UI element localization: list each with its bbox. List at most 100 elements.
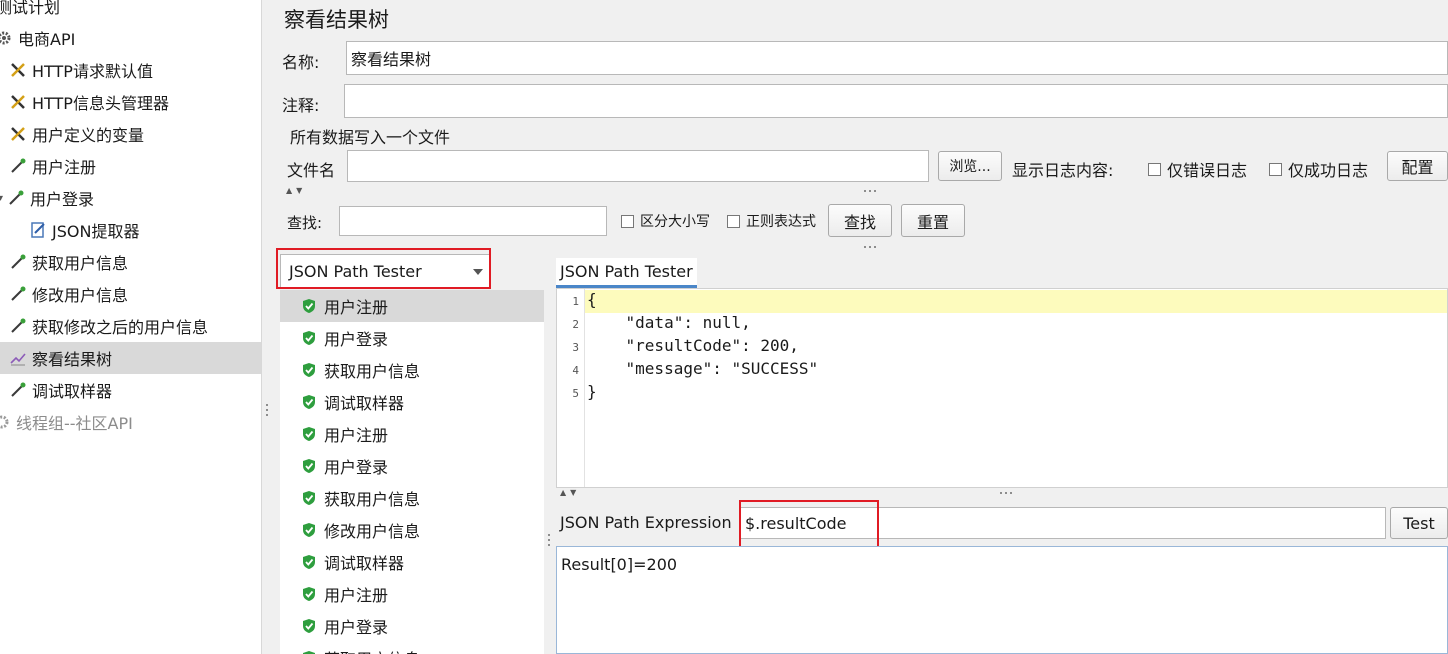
tree-item-get-user-info[interactable]: 获取用户信息 xyxy=(8,246,128,278)
success-only-checkbox[interactable]: 仅成功日志 xyxy=(1269,157,1368,181)
filename-field[interactable] xyxy=(347,150,929,182)
line-number: 2 xyxy=(572,318,579,331)
tree-splitter[interactable] xyxy=(262,0,272,654)
sample-result-row[interactable]: 调试取样器 xyxy=(280,546,544,578)
sample-result-row[interactable]: 用户注册 xyxy=(280,418,544,450)
line-number: 5 xyxy=(572,387,579,400)
tree-item-json-extractor[interactable]: JSON提取器 xyxy=(28,214,139,246)
sample-result-row[interactable]: 修改用户信息 xyxy=(280,514,544,546)
tree-item-label: 用户定义的变量 xyxy=(32,126,145,145)
regex-label: 正则表达式 xyxy=(746,214,816,230)
success-shield-icon xyxy=(303,331,315,345)
results-vertical-splitter[interactable] xyxy=(544,254,554,654)
json-path-expression-input[interactable]: $.resultCode xyxy=(740,507,1386,539)
splitter-arrows-icon[interactable]: ▲▼ xyxy=(560,488,580,497)
search-splitter[interactable]: ▲▼ xyxy=(272,186,1448,196)
code-line: "data": null, xyxy=(587,313,751,332)
json-path-expression-label: JSON Path Expression xyxy=(560,513,732,532)
sample-result-label: 获取用户信息 xyxy=(324,490,421,509)
checkbox-box[interactable] xyxy=(1148,162,1161,176)
results-splitter[interactable] xyxy=(272,242,1448,252)
configure-button[interactable]: 配置 xyxy=(1387,151,1448,181)
tree-item-debug-sampler[interactable]: 调试取样器 xyxy=(8,374,112,406)
name-field[interactable]: 察看结果树 xyxy=(346,41,1448,75)
tree-item-thread-group[interactable]: 电商API xyxy=(0,22,75,54)
tree-item-header-manager[interactable]: HTTP信息头管理器 xyxy=(8,86,169,118)
tree-item-label: 用户注册 xyxy=(32,158,97,177)
pipette-icon xyxy=(6,188,26,208)
comment-field[interactable] xyxy=(344,84,1448,118)
sample-result-row[interactable]: 调试取样器 xyxy=(280,386,544,418)
filename-label: 文件名 xyxy=(287,161,336,180)
errors-only-checkbox[interactable]: 仅错误日志 xyxy=(1148,157,1247,181)
sample-result-row[interactable]: 获取用户信息 xyxy=(280,642,544,654)
code-line: { xyxy=(587,290,597,309)
response-json-editor[interactable]: 1 2 3 4 5 { "data": null, "resultCode": … xyxy=(556,288,1448,488)
test-button[interactable]: Test xyxy=(1390,507,1448,539)
chevron-down-icon[interactable] xyxy=(473,269,483,275)
sample-result-row[interactable]: 用户登录 xyxy=(280,450,544,482)
sample-result-label: 用户登录 xyxy=(324,618,389,637)
tree-item-view-results-tree[interactable]: 察看结果树 xyxy=(0,342,261,374)
tree-item-modify-user-info[interactable]: 修改用户信息 xyxy=(8,278,128,310)
reset-button[interactable]: 重置 xyxy=(901,204,965,237)
regex-checkbox[interactable]: 正则表达式 xyxy=(727,211,816,231)
tree-item-test-plan[interactable]: 测试计划 xyxy=(0,0,60,22)
tree-item-http-defaults[interactable]: HTTP请求默认值 xyxy=(8,54,153,86)
tree-item-label: 调试取样器 xyxy=(32,382,113,401)
splitter-arrows-icon[interactable]: ▲▼ xyxy=(286,186,306,195)
pipette-icon xyxy=(8,252,28,272)
code-line: "message": "SUCCESS" xyxy=(587,359,819,378)
checkbox-box[interactable] xyxy=(621,214,634,228)
result-output-area[interactable]: Result[0]=200 xyxy=(556,546,1448,654)
sample-result-label: 获取用户信息 xyxy=(324,362,421,381)
sample-result-row[interactable]: 用户注册 xyxy=(280,578,544,610)
browse-button[interactable]: 浏览... xyxy=(938,151,1002,181)
tester-splitter[interactable]: ▲▼ xyxy=(556,488,1448,498)
tree-item-label: 用户登录 xyxy=(30,190,95,209)
tree-item-label: 电商API xyxy=(18,30,76,49)
pipette-icon xyxy=(8,316,28,336)
sample-result-row[interactable]: 用户注册 xyxy=(280,290,544,322)
pipette-icon xyxy=(8,380,28,400)
search-label: 查找: xyxy=(287,214,323,232)
tree-item-label: JSON提取器 xyxy=(52,222,140,241)
line-number: 3 xyxy=(572,341,579,354)
sample-result-row[interactable]: 获取用户信息 xyxy=(280,482,544,514)
sample-result-row[interactable]: 获取用户信息 xyxy=(280,354,544,386)
comment-label: 注释: xyxy=(282,96,320,115)
success-shield-icon xyxy=(303,587,315,601)
tree-item-get-modified-user-info[interactable]: 获取修改之后的用户信息 xyxy=(8,310,208,342)
code-line: } xyxy=(587,382,597,401)
tree-item-login[interactable]: ▾ 用户登录 xyxy=(0,182,94,214)
tree-item-label: 察看结果树 xyxy=(32,350,113,369)
success-shield-icon xyxy=(303,395,315,409)
wrench-icon xyxy=(8,124,28,144)
checkbox-box[interactable] xyxy=(1269,162,1282,176)
tree-item-label: HTTP请求默认值 xyxy=(32,62,153,81)
name-label: 名称: xyxy=(282,53,320,72)
renderer-selected-value: JSON Path Tester xyxy=(289,262,422,281)
find-button[interactable]: 查找 xyxy=(828,204,892,237)
tree-item-community-thread-group[interactable]: 线程组--社区API xyxy=(0,406,133,438)
tree-item-label: 修改用户信息 xyxy=(32,286,129,305)
search-input[interactable] xyxy=(339,206,607,236)
tree-item-register[interactable]: 用户注册 xyxy=(8,150,96,182)
tab-json-path-tester[interactable]: JSON Path Tester xyxy=(556,258,697,288)
checkbox-box[interactable] xyxy=(727,214,740,228)
tree-item-label: 获取修改之后的用户信息 xyxy=(32,318,209,337)
sample-result-label: 获取用户信息 xyxy=(324,646,420,654)
success-shield-icon xyxy=(303,523,315,537)
tree-item-user-variables[interactable]: 用户定义的变量 xyxy=(8,118,144,150)
pipette-icon xyxy=(8,156,28,176)
success-shield-icon xyxy=(303,299,315,313)
case-sensitive-checkbox[interactable]: 区分大小写 xyxy=(621,211,710,231)
sample-result-label: 调试取样器 xyxy=(324,554,405,573)
sample-result-row[interactable]: 用户登录 xyxy=(280,610,544,642)
view-results-tree-panel: 察看结果树 名称: 察看结果树 注释: 所有数据写入一个文件 文件名 浏览...… xyxy=(272,0,1448,654)
test-plan-tree[interactable]: 测试计划 电商API HTTP请求默认值 HTTP信息头管理器 用户定义的变量 … xyxy=(0,0,262,654)
sample-results-list[interactable]: 用户注册 用户登录 获取用户信息 调试取样器 用户注册 用户登录 获取用户信息 修改用户信息调… xyxy=(280,290,544,654)
renderer-select[interactable]: JSON Path Tester xyxy=(280,254,490,289)
sample-result-row[interactable]: 用户登录 xyxy=(280,322,544,354)
success-only-label: 仅成功日志 xyxy=(1288,161,1369,180)
